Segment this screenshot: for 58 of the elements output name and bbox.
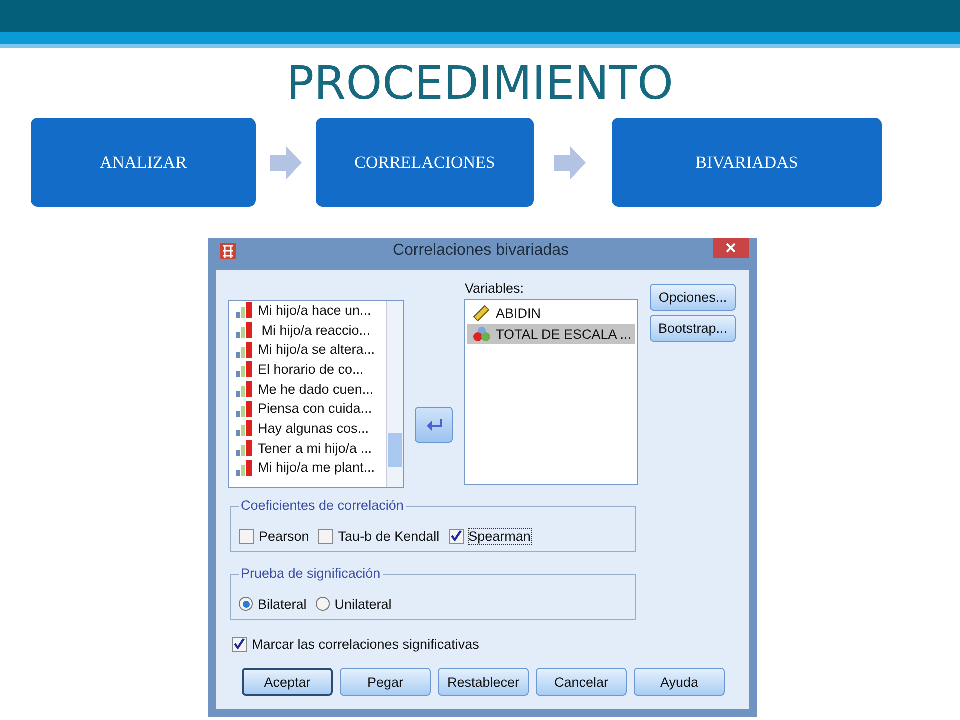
arrow-icon <box>554 146 586 180</box>
variable-item[interactable]: Tener a mi hijo/a ... <box>258 440 372 456</box>
bar-chart-icon <box>235 381 253 398</box>
step-box: ANALIZAR <box>31 118 256 207</box>
bar-chart-icon <box>235 322 253 338</box>
bar-chart-icon <box>235 460 253 476</box>
option-label: Pearson <box>259 528 310 544</box>
option-label: Tau-b de Kendall <box>338 528 440 544</box>
checkbox[interactable] <box>239 528 254 544</box>
close-icon[interactable] <box>713 238 749 258</box>
step-box: CORRELACIONES <box>316 118 534 207</box>
variable-item[interactable]: Piensa con cuida... <box>258 401 372 416</box>
scrollbar[interactable] <box>386 301 403 487</box>
option-label: Bilateral <box>258 596 307 612</box>
dialog-button[interactable]: Restablecer <box>438 668 529 696</box>
option-label: Unilateral <box>334 596 392 612</box>
bar-chart-icon <box>235 361 253 378</box>
step-box: BIVARIADAS <box>612 118 882 207</box>
checkbox[interactable] <box>448 528 464 544</box>
slide-title: PROCEDIMIENTO <box>285 56 675 110</box>
dialog-title: Correlaciones bivariadas <box>392 242 570 260</box>
arrow-icon <box>426 418 442 432</box>
variable-item[interactable]: Mi hijo/a hace un... <box>258 302 372 318</box>
circles-icon <box>473 326 491 342</box>
radio-button[interactable] <box>239 597 253 611</box>
side-button[interactable]: Opciones... <box>650 284 736 311</box>
ruler-icon <box>473 305 491 322</box>
group-title: Prueba de significación <box>239 566 383 581</box>
variable-item[interactable]: El horario de co... <box>258 362 364 377</box>
source-variable-list[interactable]: Mi hijo/a hace un... Mi hijo/a reaccio... Mi hijo/a se altera... El horario de co... Me he dado cuen... Piensa con cuida... Hay algunas cos... Tener a mi hijo/a ... Mi hijo/a me plant... <box>228 300 404 488</box>
bar-chart-icon <box>235 302 253 318</box>
side-button[interactable]: Bootstrap... <box>650 315 736 342</box>
bar-chart-icon <box>235 440 253 456</box>
app-icon <box>219 242 237 260</box>
variable-item[interactable]: TOTAL DE ESCALA ... <box>467 324 635 344</box>
option-label: Marcar las correlaciones significativas <box>252 637 480 652</box>
radio-button[interactable] <box>316 597 330 611</box>
variable-item[interactable]: Me he dado cuen... <box>258 382 374 397</box>
variable-item[interactable]: ABIDIN <box>467 303 635 324</box>
option-label: Spearman <box>468 528 531 544</box>
bar-chart-icon <box>235 420 253 436</box>
bar-chart-icon <box>235 342 253 358</box>
arrow-icon <box>270 146 302 180</box>
dialog-button[interactable]: Cancelar <box>536 668 627 696</box>
dialog-button[interactable]: Ayuda <box>634 668 725 696</box>
bar-chart-icon <box>235 400 253 417</box>
variable-item[interactable]: Mi hijo/a reaccio... <box>258 322 371 338</box>
dialog-button[interactable]: Aceptar <box>242 668 333 696</box>
variable-item[interactable]: Hay algunas cos... <box>258 420 370 436</box>
variable-item[interactable]: Mi hijo/a me plant... <box>258 460 376 476</box>
variables-list[interactable]: ABIDIN TOTAL DE ESCALA ... <box>464 299 638 485</box>
checkbox[interactable] <box>232 637 247 652</box>
checkbox[interactable] <box>318 528 334 544</box>
variables-label: Variables: <box>465 281 524 296</box>
dialog-button[interactable]: Pegar <box>340 668 431 696</box>
move-button[interactable] <box>415 407 453 443</box>
variable-item[interactable]: Mi hijo/a se altera... <box>258 342 376 358</box>
group-title: Coeficientes de correlación <box>239 498 406 513</box>
